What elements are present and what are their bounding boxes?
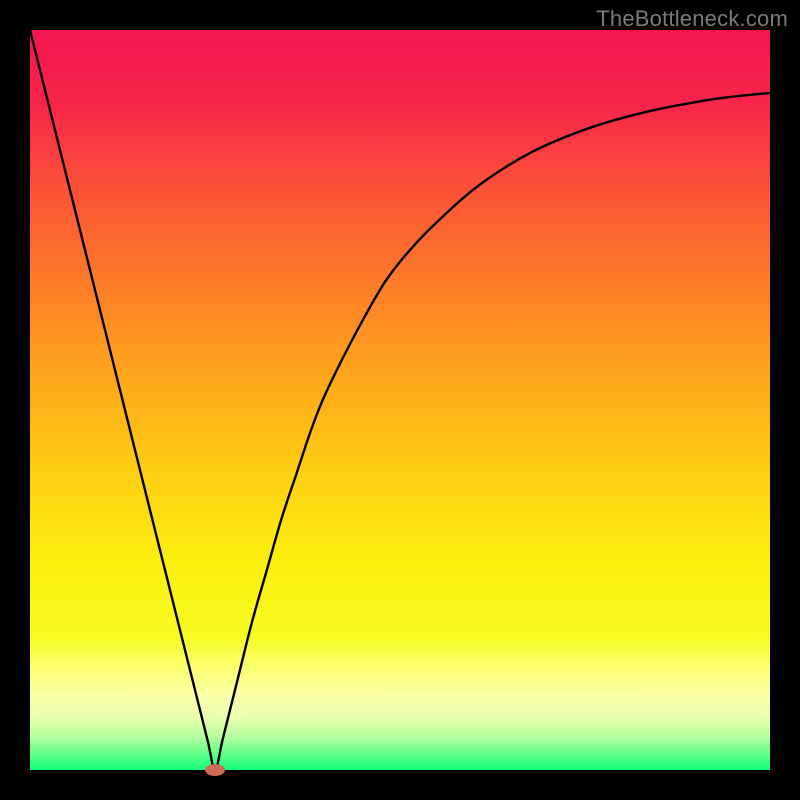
chart-frame: TheBottleneck.com: [0, 0, 800, 800]
plot-background: [30, 30, 770, 770]
optimum-marker: [205, 764, 225, 776]
watermark-text: TheBottleneck.com: [596, 6, 788, 32]
bottleneck-chart: [0, 0, 800, 800]
